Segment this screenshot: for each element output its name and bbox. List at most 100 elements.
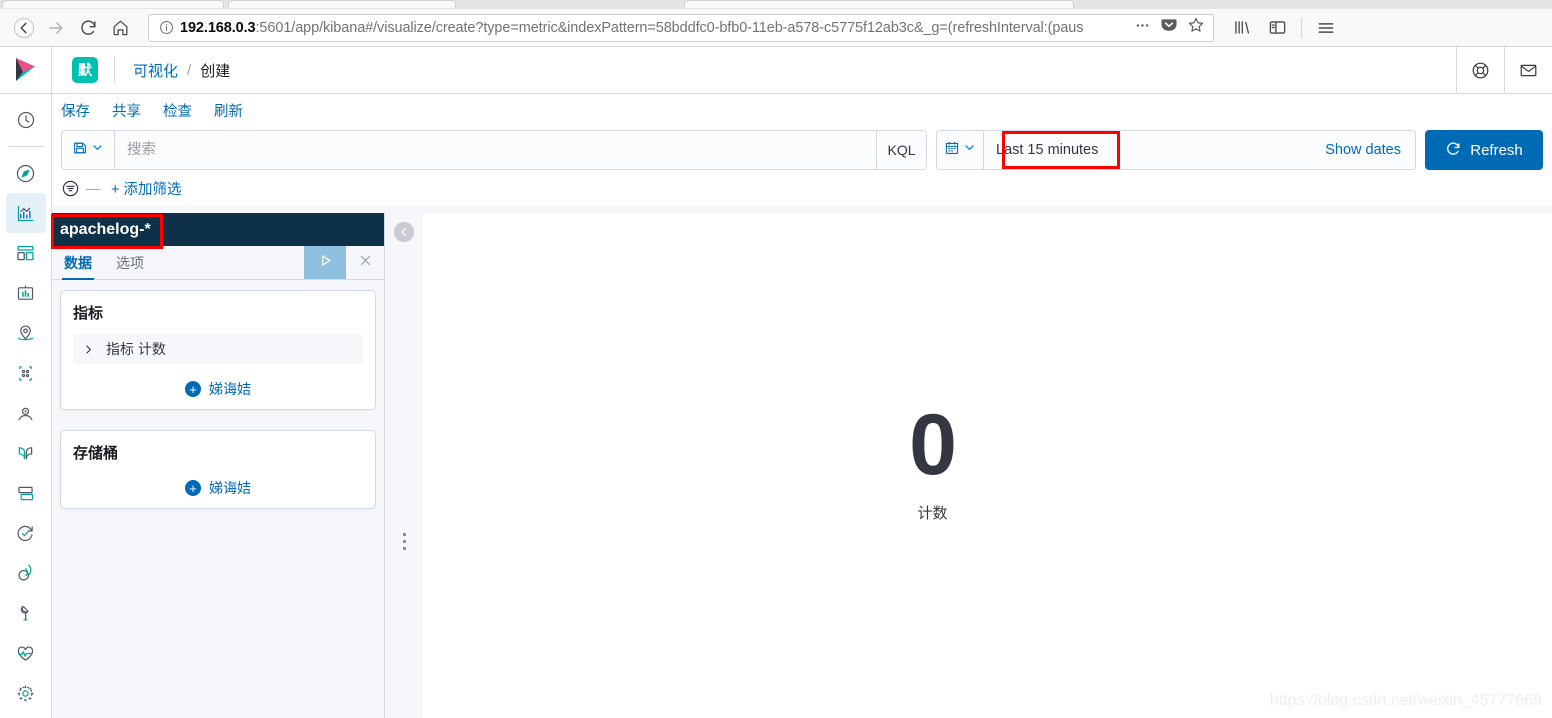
share-button[interactable]: 共享 <box>112 100 141 121</box>
visualization-canvas: 0 计数 https://blog.csdn.net/weixin_457776… <box>423 213 1552 718</box>
forward-arrow-icon <box>40 13 72 43</box>
refresh-circle-icon <box>1445 140 1462 161</box>
sidebar-item-apm[interactable] <box>6 553 46 593</box>
query-language-badge[interactable]: KQL <box>876 131 926 169</box>
apply-changes-button[interactable] <box>304 246 346 279</box>
browser-tab[interactable] <box>2 0 224 8</box>
side-panel-tabs: 数据 选项 <box>52 246 384 280</box>
panel-resize-handle[interactable] <box>402 533 406 550</box>
kibana-logo[interactable] <box>0 47 52 93</box>
page-info-icon[interactable] <box>157 19 175 37</box>
reload-icon[interactable] <box>72 13 104 43</box>
search-query-group: KQL <box>61 130 927 170</box>
add-filter-button[interactable]: + 添加筛选 <box>111 178 182 199</box>
sidebar-toggle-icon[interactable] <box>1260 13 1294 43</box>
header-divider <box>114 56 115 84</box>
breadcrumb-separator: / <box>187 61 192 79</box>
filter-bar: — + 添加筛选 <box>52 170 1552 206</box>
hamburger-menu-icon[interactable] <box>1309 13 1343 43</box>
star-bookmark-icon[interactable] <box>1187 16 1205 39</box>
visualize-editor-app: 保存 共享 检查 刷新 搜索 KQL Last 15 minutes Show … <box>52 94 1552 718</box>
collapse-left-chevron-icon[interactable] <box>394 222 414 242</box>
sidebar-item-visualize[interactable] <box>5 193 46 233</box>
back-arrow-icon[interactable] <box>8 13 40 43</box>
library-icon[interactable] <box>1224 13 1258 43</box>
metric-visualization[interactable]: 0 计数 <box>909 397 957 523</box>
pocket-icon[interactable] <box>1160 16 1178 39</box>
watermark-text: https://blog.csdn.net/weixin_45777669 <box>1269 692 1542 709</box>
sidebar-item-uptime[interactable] <box>6 513 46 553</box>
index-pattern-name: apachelog-* <box>60 220 151 238</box>
browser-window: 192.168.0.3:5601/app/kibana#/visualize/c… <box>0 0 1552 718</box>
tab-options[interactable]: 选项 <box>104 246 156 279</box>
show-dates-button[interactable]: Show dates <box>1311 131 1415 169</box>
filter-funnel-icon[interactable] <box>61 179 80 198</box>
discard-changes-button[interactable] <box>346 246 384 279</box>
breadcrumb-item-create: 创建 <box>200 62 231 80</box>
search-input[interactable] <box>115 131 876 169</box>
url-host: 192.168.0.3 <box>180 19 256 36</box>
help-lifebuoy-icon[interactable] <box>1456 47 1504 93</box>
buckets-section: 存储桶 + 娣诲姞 <box>60 430 376 509</box>
page-actions-icon[interactable] <box>1134 17 1151 39</box>
save-button[interactable]: 保存 <box>61 100 90 121</box>
saved-query-disk-icon <box>72 140 88 161</box>
editor-body: apachelog-* 数据 选项 指标 指标 计数 + 娣诲姞 存储桶 + 娣… <box>52 213 1552 718</box>
primary-navigation-rail <box>0 94 52 718</box>
home-icon[interactable] <box>104 13 136 43</box>
inspect-button[interactable]: 检查 <box>163 100 192 121</box>
kibana-header: 默 可视化 / 创建 <box>0 47 1552 94</box>
newsfeed-envelope-icon[interactable] <box>1504 47 1552 93</box>
sidebar-item-discover[interactable] <box>6 153 46 193</box>
url-path: :5601/app/kibana#/visualize/create?type=… <box>255 19 1084 36</box>
metric-value: 0 <box>909 397 957 493</box>
sidebar-item-management[interactable] <box>6 673 46 713</box>
sidebar-item-logs[interactable] <box>6 433 46 473</box>
rail-divider <box>7 146 44 147</box>
refresh-button-label: Refresh <box>1470 141 1523 159</box>
chevron-down-icon <box>963 141 976 159</box>
browser-tab[interactable] <box>228 0 456 8</box>
metric-agg-label: 指标 计数 <box>106 341 166 357</box>
date-picker-group: Last 15 minutes Show dates <box>936 130 1416 170</box>
sidebar-item-dashboard[interactable] <box>6 233 46 273</box>
metric-label: 计数 <box>917 505 948 522</box>
sidebar-item-machine-learning[interactable] <box>6 353 46 393</box>
visualize-top-actions: 保存 共享 检查 刷新 <box>52 94 1552 126</box>
add-metric-button[interactable]: + 娣诲姞 <box>73 379 363 399</box>
date-quick-select-button[interactable] <box>937 131 984 169</box>
sidebar-item-infrastructure[interactable] <box>6 393 46 433</box>
url-bar[interactable]: 192.168.0.3:5601/app/kibana#/visualize/c… <box>148 13 1214 42</box>
space-avatar[interactable]: 默 <box>72 57 98 83</box>
browser-navigation-bar: 192.168.0.3:5601/app/kibana#/visualize/c… <box>0 9 1552 47</box>
metrics-section-title: 指标 <box>73 305 104 322</box>
browser-tab[interactable] <box>684 0 1074 8</box>
sidebar-item-maps[interactable] <box>6 313 46 353</box>
add-bucket-button[interactable]: + 娣诲姞 <box>73 478 363 498</box>
sidebar-item-metrics[interactable] <box>6 473 46 513</box>
tab-data[interactable]: 数据 <box>52 246 104 280</box>
breadcrumb-item-visualize[interactable]: 可视化 <box>133 60 178 81</box>
plus-icon: + <box>185 480 201 496</box>
sidebar-item-dev-tools[interactable] <box>6 593 46 633</box>
url-text: 192.168.0.3:5601/app/kibana#/visualize/c… <box>180 20 1134 36</box>
calendar-icon <box>944 140 960 161</box>
plus-icon: + <box>185 381 201 397</box>
metrics-section: 指标 指标 计数 + 娣诲姞 <box>60 290 376 410</box>
buckets-section-title: 存储桶 <box>73 445 119 462</box>
saved-query-button[interactable] <box>62 131 115 169</box>
breadcrumb: 可视化 / 创建 <box>133 60 230 81</box>
add-bucket-label: 娣诲姞 <box>209 480 251 496</box>
filter-bar-dash: — <box>86 180 100 196</box>
sidebar-item-canvas[interactable] <box>6 273 46 313</box>
refresh-button[interactable]: Refresh <box>1425 130 1543 170</box>
refresh-action-button[interactable]: 刷新 <box>214 100 243 121</box>
index-pattern-title: apachelog-* <box>52 213 384 246</box>
panel-collapse-column <box>385 213 423 718</box>
agg-config-scroll: 指标 指标 计数 + 娣诲姞 存储桶 + 娣诲姞 <box>52 280 384 539</box>
sidebar-item-stack-monitoring[interactable] <box>6 633 46 673</box>
chevron-down-icon <box>91 141 104 159</box>
sidebar-item-recently-viewed[interactable] <box>6 100 46 140</box>
metric-agg-row[interactable]: 指标 计数 <box>73 334 363 364</box>
date-range-display[interactable]: Last 15 minutes <box>984 131 1110 169</box>
